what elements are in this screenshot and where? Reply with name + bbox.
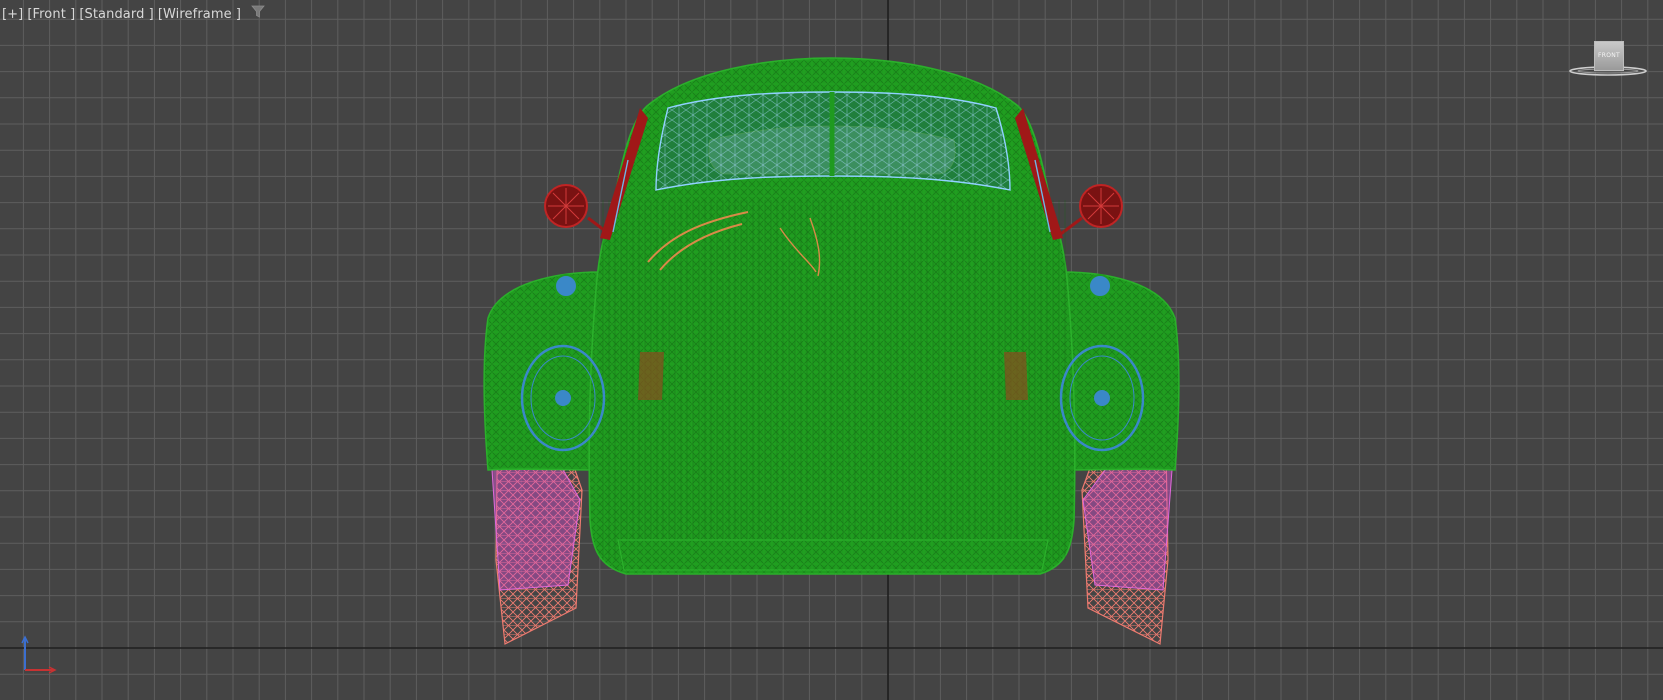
axis-tripod-icon	[21, 635, 57, 674]
viewcube-front-face[interactable]: FRONT	[1594, 41, 1624, 71]
front-viewport[interactable]: [+] [Front ] [Standard ] [Wireframe ] FR…	[0, 0, 1663, 700]
right-fender	[1062, 271, 1180, 471]
viewport-plus-menu[interactable]: [+]	[2, 7, 23, 22]
rear-bumper	[617, 539, 1049, 571]
viewcube-face-label: FRONT	[1598, 52, 1620, 59]
left-fender	[483, 271, 601, 471]
viewport-view-menu[interactable]: [Front ]	[27, 7, 75, 22]
viewport-shading-menu[interactable]: [Standard ]	[79, 7, 154, 22]
right-mirror[interactable]	[1057, 184, 1123, 238]
filter-funnel-icon[interactable]	[251, 5, 265, 23]
viewport-display-mode-menu[interactable]: [Wireframe ]	[158, 7, 241, 22]
viewport-label-bar: [+] [Front ] [Standard ] [Wireframe ]	[2, 5, 265, 23]
car-wireframe-model[interactable]	[0, 0, 1663, 700]
viewcube[interactable]: FRONT	[1567, 34, 1649, 80]
